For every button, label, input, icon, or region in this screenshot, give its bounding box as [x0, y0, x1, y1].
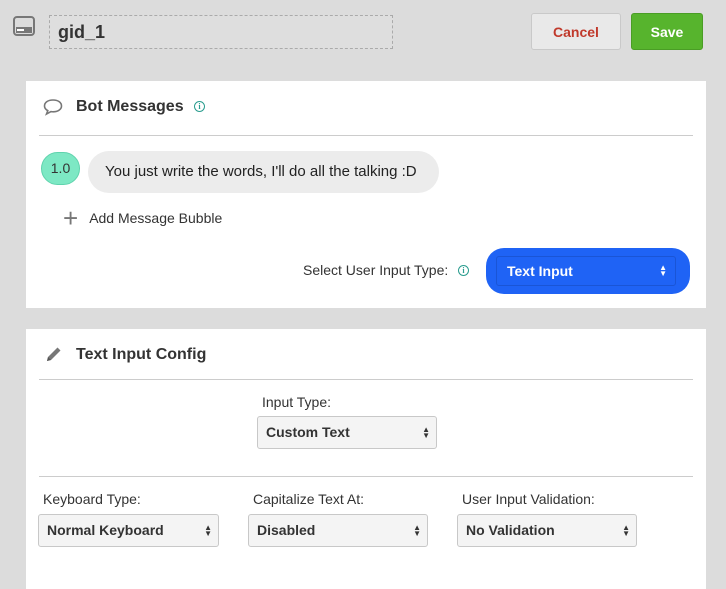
- pencil-icon: [47, 347, 61, 361]
- input-type-select[interactable]: Custom Text ▲ ▼: [257, 416, 437, 449]
- message-bubble[interactable]: You just write the words, I'll do all th…: [88, 151, 439, 193]
- divider: [39, 476, 693, 477]
- user-input-type-select[interactable]: Text Input ▲ ▼: [486, 248, 690, 294]
- keyboard-type-value: Normal Keyboard: [47, 522, 164, 538]
- add-message-bubble-button[interactable]: + Add Message Bubble: [63, 205, 222, 231]
- speech-bubble-icon: [43, 99, 63, 116]
- keyboard-type-select[interactable]: Normal Keyboard ▲ ▼: [38, 514, 219, 547]
- select-arrows-icon: ▲ ▼: [413, 522, 421, 538]
- text-input-config-title: Text Input Config: [76, 346, 207, 363]
- cancel-button[interactable]: Cancel: [531, 13, 621, 50]
- select-arrows-icon: ▲ ▼: [622, 522, 630, 538]
- message-index-badge: 1.0: [41, 152, 80, 185]
- divider: [39, 379, 693, 380]
- capitalize-label: Capitalize Text At:: [253, 491, 365, 507]
- save-button[interactable]: Save: [631, 13, 703, 50]
- select-arrows-icon: ▲ ▼: [422, 424, 430, 440]
- info-icon[interactable]: i: [194, 101, 205, 112]
- message-block-icon: [13, 16, 35, 36]
- select-arrows-icon: ▲ ▼: [659, 263, 667, 278]
- user-input-type-value: Text Input: [507, 263, 573, 279]
- validation-value: No Validation: [466, 522, 555, 538]
- keyboard-type-label: Keyboard Type:: [43, 491, 141, 507]
- block-name-input[interactable]: [49, 15, 393, 49]
- add-message-bubble-label: Add Message Bubble: [89, 210, 223, 226]
- validation-select[interactable]: No Validation ▲ ▼: [457, 514, 637, 547]
- input-type-label: Input Type:: [262, 394, 332, 410]
- user-input-type-label: Select User Input Type:: [303, 262, 449, 278]
- top-bar: Cancel Save: [0, 0, 726, 64]
- capitalize-select[interactable]: Disabled ▲ ▼: [248, 514, 428, 547]
- bot-messages-card: Bot Messages i 1.0 You just write the wo…: [26, 81, 706, 308]
- user-input-type-value-box: Text Input ▲ ▼: [496, 256, 676, 286]
- validation-label: User Input Validation:: [462, 491, 595, 507]
- plus-icon: +: [63, 203, 79, 233]
- capitalize-value: Disabled: [257, 522, 316, 538]
- bot-messages-title: Bot Messages: [76, 98, 184, 115]
- divider: [39, 135, 693, 136]
- select-arrows-icon: ▲ ▼: [204, 522, 212, 538]
- text-input-config-card: Text Input Config Input Type: Custom Tex…: [26, 329, 706, 589]
- input-type-value: Custom Text: [266, 424, 350, 440]
- info-icon[interactable]: i: [458, 265, 469, 276]
